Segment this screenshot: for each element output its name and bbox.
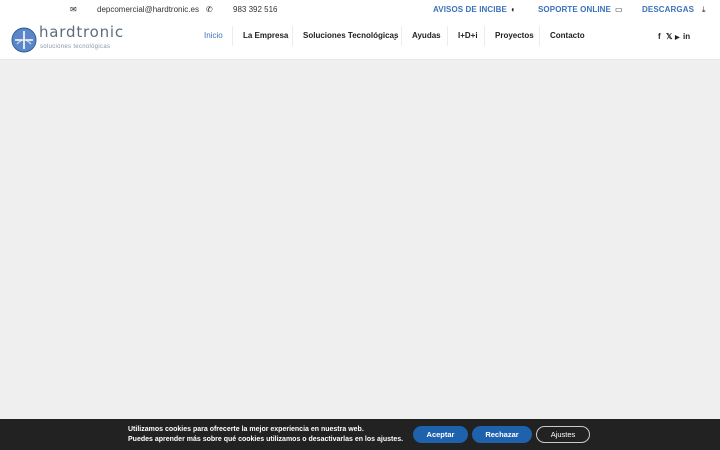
nav-item-contacto[interactable]: Contacto [550,31,585,40]
nav-item-proyectos[interactable]: Proyectos [495,31,534,40]
nav-divider [447,26,448,46]
cookie-message: Utilizamos cookies para ofrecerte la mej… [128,425,403,444]
monitor-icon: ▭ [615,5,623,14]
nav-divider [484,26,485,46]
email-link[interactable]: depcomercial@hardtronic.es [97,5,199,14]
nav-divider [292,26,293,46]
nav-item-la-empresa[interactable]: La Empresa [243,31,288,40]
site-header: hardtronic soluciones tecnológicas Inici… [0,20,720,60]
youtube-icon[interactable]: ▶ [675,34,680,41]
chevron-down-icon[interactable]: ⌄ [392,34,398,42]
facebook-icon[interactable]: f [658,32,661,41]
nav-item-idi[interactable]: I+D+i [458,31,478,40]
incibe-icon: ◐ [511,5,516,14]
phone-link[interactable]: 983 392 516 [233,5,278,14]
cookie-banner: Utilizamos cookies para ofrecerte la mej… [0,419,720,450]
cookie-message-line2: Puedes aprender más sobre qué cookies ut… [128,435,404,443]
nav-item-ayudas[interactable]: Ayudas [412,31,441,40]
nav-divider [539,26,540,46]
descargas-link[interactable]: DESCARGAS [642,5,694,14]
avisos-incibe-link[interactable]: AVISOS DE INCIBE [433,5,507,14]
nav-item-soluciones[interactable]: Soluciones Tecnológicas [303,31,398,40]
soporte-online-link[interactable]: SOPORTE ONLINE [538,5,611,14]
x-twitter-icon[interactable]: 𝕏 [666,32,672,41]
nav-item-inicio[interactable]: Inicio [204,31,223,40]
phone-icon: ✆ [206,5,213,14]
logo-tagline: soluciones tecnológicas [40,44,111,50]
top-bar: ✉ depcomercial@hardtronic.es ✆ 983 392 5… [0,0,720,20]
cookie-settings-button[interactable]: Ajustes [536,426,590,443]
nav-divider [401,26,402,46]
reject-cookies-button[interactable]: Rechazar [472,426,532,443]
accept-cookies-button[interactable]: Aceptar [413,426,468,443]
nav-divider [232,26,233,46]
cookie-message-line1: Utilizamos cookies para ofrecerte la mej… [128,426,364,433]
email-icon: ✉ [70,5,77,14]
main-content [0,61,720,419]
logo[interactable]: hardtronic soluciones tecnológicas [11,23,131,54]
logo-mark-icon [11,27,37,53]
linkedin-icon[interactable]: in [683,32,690,41]
logo-name: hardtronic [39,23,124,41]
download-icon: ⤓ [702,5,706,14]
